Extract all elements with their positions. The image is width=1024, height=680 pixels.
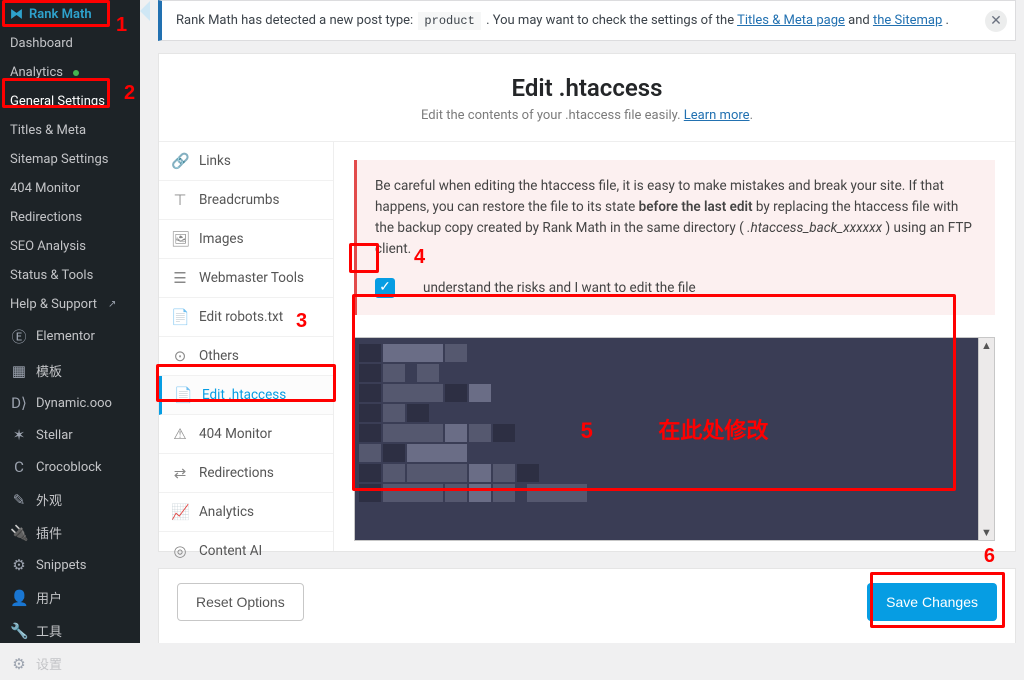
tab-redirections[interactable]: ⇄ Redirections [159,454,333,493]
check-icon: ✓ [379,277,391,299]
templates-icon: ▦ [10,362,28,380]
sidebar-item-elementor[interactable]: Ⓔ Elementor [0,319,140,354]
notice-code: product [418,12,480,30]
plugins-icon: 🔌 [10,524,28,542]
warning-box: Be careful when editing the htaccess fil… [354,160,995,315]
active-menu-pointer [140,1,150,21]
sidebar-sub-redirections[interactable]: Redirections [0,203,140,232]
rankmath-icon: ⧓ [10,7,23,22]
breadcrumbs-icon: ⊤ [171,191,189,209]
editor-scrollbar[interactable]: ▲ ▼ [978,338,994,540]
stellar-icon: ✶ [10,426,28,444]
sidebar-sub-seo-analysis[interactable]: SEO Analysis [0,232,140,261]
learn-more-link[interactable]: Learn more [684,108,750,123]
sidebar-item-plugins[interactable]: 🔌 插件 [0,516,140,549]
robots-icon: 📄 [171,308,189,326]
panel-header: Edit .htaccess Edit the contents of your… [159,54,1015,142]
sidebar-item-templates[interactable]: ▦ 模板 [0,354,140,387]
main-column: Rank Math has detected a new post type: … [140,0,1024,643]
wp-admin-sidebar: ⧓ Rank Math Dashboard Analytics General … [0,0,140,643]
page-subtitle: Edit the contents of your .htaccess file… [179,108,995,123]
tab-404[interactable]: ⚠ 404 Monitor [159,415,333,454]
tab-others[interactable]: ⊙ Others [159,337,333,376]
sidebar-sub-404[interactable]: 404 Monitor [0,174,140,203]
contentai-icon: ◎ [171,542,189,560]
analytics-icon: 📈 [171,503,189,521]
settings-tabs: 🔗 Links ⊤ Breadcrumbs 🖼 Images ☰ Webmast… [159,142,334,551]
reset-options-button[interactable]: Reset Options [177,583,304,621]
webmaster-icon: ☰ [171,269,189,287]
scroll-down-icon[interactable]: ▼ [979,524,994,540]
close-icon: ✕ [990,13,1002,29]
appearance-icon: ✎ [10,491,28,509]
others-icon: ⊙ [171,347,189,365]
notice-new-post-type: Rank Math has detected a new post type: … [158,0,1016,41]
settings-panel: Edit .htaccess Edit the contents of your… [158,53,1016,552]
notice-link-titles[interactable]: Titles & Meta page [737,13,845,28]
sidebar-item-dynamic[interactable]: D⟩ Dynamic.ooo [0,387,140,419]
page-title: Edit .htaccess [179,74,995,102]
notice-dismiss-button[interactable]: ✕ [985,10,1007,32]
tab-webmaster[interactable]: ☰ Webmaster Tools [159,259,333,298]
crocoblock-icon: C [10,458,28,476]
sidebar-item-crocoblock[interactable]: C Crocoblock [0,451,140,483]
sidebar-sub-status-tools[interactable]: Status & Tools [0,261,140,290]
risk-label: understand the risks and I want to edit … [423,278,696,299]
risk-row: ✓ understand the risks and I want to edi… [375,278,977,299]
sidebar-sub-sitemap[interactable]: Sitemap Settings [0,145,140,174]
elementor-icon: Ⓔ [10,326,28,347]
htaccess-icon: 📄 [174,386,192,404]
sidebar-item-settings[interactable]: ⚙ 设置 [0,647,140,680]
tools-icon: 🔧 [10,622,28,640]
save-changes-button[interactable]: Save Changes [867,583,997,621]
sidebar-sub-help[interactable]: Help & Support [0,290,140,319]
tab-content: Be careful when editing the htaccess fil… [334,142,1015,551]
action-bar: Reset Options Save Changes 6 [158,568,1016,643]
sidebar-item-users[interactable]: 👤 用户 [0,581,140,614]
tab-links[interactable]: 🔗 Links [159,142,333,181]
links-icon: 🔗 [171,152,189,170]
panel-body: 🔗 Links ⊤ Breadcrumbs 🖼 Images ☰ Webmast… [159,142,1015,551]
tab-contentai[interactable]: ◎ Content AI [159,532,333,571]
dynamic-icon: D⟩ [10,394,28,412]
sidebar-sub-dashboard[interactable]: Dashboard [0,29,140,58]
scroll-up-icon[interactable]: ▲ [979,338,994,354]
htaccess-editor[interactable]: 5 在此处修改 ▲ ▼ [354,337,995,541]
sidebar-item-stellar[interactable]: ✶ Stellar [0,419,140,451]
redirections-icon: ⇄ [171,464,189,482]
sidebar-sub-analytics[interactable]: Analytics [0,58,140,87]
tab-images[interactable]: 🖼 Images [159,220,333,259]
settings-icon: ⚙ [10,655,28,673]
sidebar-item-snippets[interactable]: ⚙ Snippets [0,549,140,581]
notice-text: Rank Math has detected a new post type: … [176,13,949,28]
analytics-dot-icon [73,70,79,76]
editor-caption: 5 在此处修改 [581,413,769,445]
tab-analytics[interactable]: 📈 Analytics [159,493,333,532]
sidebar-item-appearance[interactable]: ✎ 外观 [0,483,140,516]
sidebar-sub-general-settings[interactable]: General Settings [0,87,140,116]
notice-link-sitemap[interactable]: the Sitemap [873,13,942,28]
risk-checkbox[interactable]: ✓ [375,278,395,298]
tab-robots[interactable]: 📄 Edit robots.txt [159,298,333,337]
snippets-icon: ⚙ [10,556,28,574]
sidebar-item-rankmath[interactable]: ⧓ Rank Math [0,0,140,29]
sidebar-item-tools[interactable]: 🔧 工具 [0,614,140,647]
tab-breadcrumbs[interactable]: ⊤ Breadcrumbs [159,181,333,220]
images-icon: 🖼 [171,230,189,248]
404-icon: ⚠ [171,425,189,443]
tab-htaccess[interactable]: 📄 Edit .htaccess [159,376,333,415]
rankmath-label: Rank Math [29,7,92,22]
sidebar-sub-titles-meta[interactable]: Titles & Meta [0,116,140,145]
users-icon: 👤 [10,589,28,607]
